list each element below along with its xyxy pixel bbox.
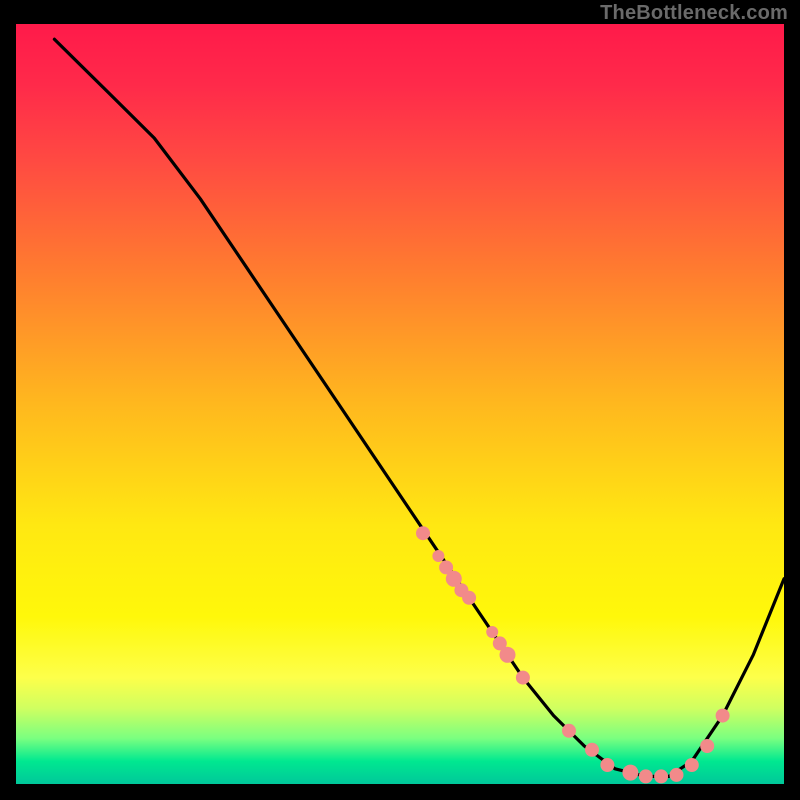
data-point: [670, 768, 684, 782]
curve-line: [54, 39, 784, 776]
data-point: [600, 758, 614, 772]
data-point: [716, 709, 730, 723]
data-markers: [416, 526, 730, 783]
data-point: [516, 671, 530, 685]
data-point: [639, 769, 653, 783]
chart-frame: TheBottleneck.com: [0, 0, 800, 800]
plot-area: [16, 24, 784, 784]
data-point: [562, 724, 576, 738]
data-point: [700, 739, 714, 753]
data-point: [585, 743, 599, 757]
watermark-text: TheBottleneck.com: [600, 2, 788, 25]
chart-svg: [16, 24, 784, 784]
data-point: [432, 550, 444, 562]
data-point: [622, 765, 638, 781]
data-point: [500, 647, 516, 663]
data-point: [416, 526, 430, 540]
data-point: [486, 626, 498, 638]
data-point: [462, 591, 476, 605]
data-point: [685, 758, 699, 772]
data-point: [654, 769, 668, 783]
